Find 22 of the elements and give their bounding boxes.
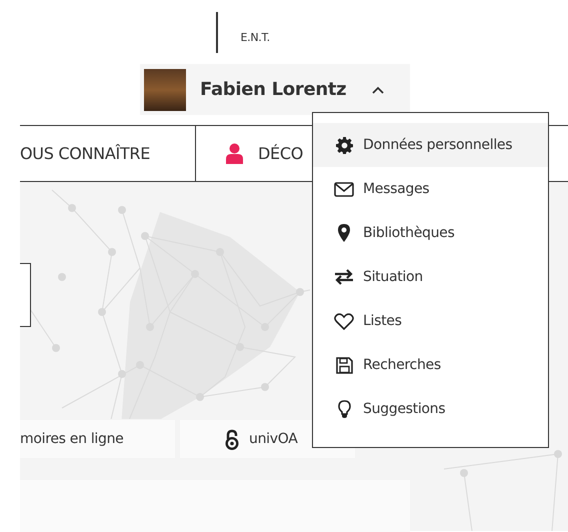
lightbulb-icon — [338, 400, 350, 418]
open-lock-icon — [225, 428, 239, 450]
menu-item[interactable]: Recherches — [313, 343, 548, 387]
menu-item[interactable]: Messages — [313, 167, 548, 211]
envelope-icon — [334, 182, 354, 196]
photo-placeholder — [144, 68, 186, 110]
exchange-arrows-icon — [334, 269, 354, 285]
link-tile[interactable]: moires en ligne — [20, 420, 175, 458]
input-field[interactable] — [20, 263, 31, 327]
user-icon — [226, 143, 243, 164]
ent-link[interactable]: E.N.T. — [240, 21, 270, 44]
gear-icon — [336, 136, 352, 154]
caret-icon — [372, 86, 384, 94]
user-menu-button[interactable]: Fabien Lorentz — [140, 64, 410, 115]
map-pin-icon — [338, 224, 350, 242]
menu-item[interactable]: Listes — [313, 299, 548, 343]
heart-icon — [334, 312, 354, 330]
menu-item[interactable]: Bibliothèques — [313, 211, 548, 255]
logout-link[interactable]: DÉCO — [258, 144, 303, 163]
nav-link[interactable]: OUS CONNAÎTRE — [20, 126, 196, 181]
menu-item[interactable]: Données personnelles — [313, 123, 548, 167]
menu-item[interactable]: Situation — [313, 255, 548, 299]
